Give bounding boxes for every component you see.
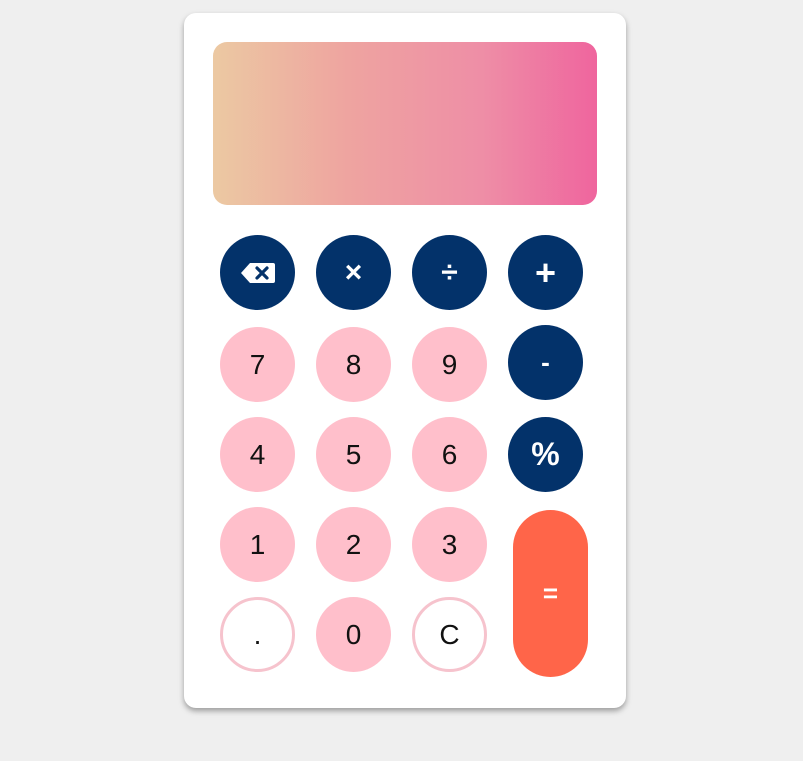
- six-button[interactable]: 6: [412, 417, 487, 492]
- calculator-card: × ÷ + 7 8 9 - 4 5 6 % 1 2 3 . 0 C =: [184, 13, 626, 708]
- add-button[interactable]: +: [508, 235, 583, 310]
- two-button[interactable]: 2: [316, 507, 391, 582]
- eight-button[interactable]: 8: [316, 327, 391, 402]
- four-button[interactable]: 4: [220, 417, 295, 492]
- one-button[interactable]: 1: [220, 507, 295, 582]
- five-button[interactable]: 5: [316, 417, 391, 492]
- multiply-button[interactable]: ×: [316, 235, 391, 310]
- nine-button[interactable]: 9: [412, 327, 487, 402]
- divide-button[interactable]: ÷: [412, 235, 487, 310]
- zero-button[interactable]: 0: [316, 597, 391, 672]
- clear-button[interactable]: C: [412, 597, 487, 672]
- equals-button[interactable]: =: [513, 510, 588, 677]
- three-button[interactable]: 3: [412, 507, 487, 582]
- calculator-display: [213, 42, 597, 205]
- subtract-button[interactable]: -: [508, 325, 583, 400]
- backspace-button[interactable]: [220, 235, 295, 310]
- backspace-icon: [240, 262, 276, 284]
- percent-button[interactable]: %: [508, 417, 583, 492]
- seven-button[interactable]: 7: [220, 327, 295, 402]
- decimal-button[interactable]: .: [220, 597, 295, 672]
